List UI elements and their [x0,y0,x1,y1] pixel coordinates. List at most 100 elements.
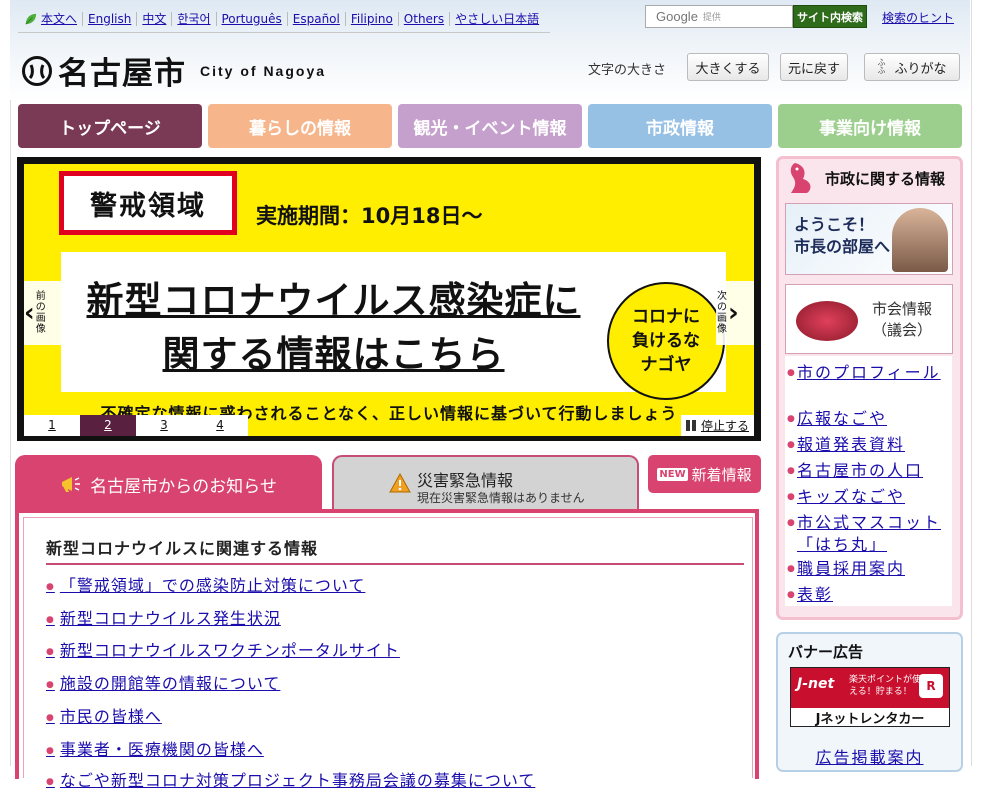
council-info-banner[interactable]: 市会情報 （議会） [785,284,953,354]
new-badge: NEW [657,467,688,481]
site-logo[interactable]: 名古屋市 City of Nagoya [22,48,326,93]
slide-page-4[interactable]: 4 [192,415,248,436]
mayor-photo [892,208,948,272]
search-hint-link[interactable]: 検索のヒント [882,9,954,26]
mayor-banner-text: ようこそ！ 市長の部屋へ [794,214,890,258]
bullet-icon: ● [46,712,55,723]
prev-slide-button[interactable]: ‹ 前の画像 [24,281,62,345]
city-info-link[interactable]: ● 表彰 [787,584,834,606]
slideshow-stop-button[interactable]: 停止する [681,415,754,436]
rakuten-point-icon: R [919,674,943,698]
notice-link-text: 「警戒領域」での感染防止対策について [59,576,366,595]
nav-top-page[interactable]: トップページ [18,104,202,148]
chevron-right-icon: › [728,298,739,328]
megaphone-icon [62,477,81,492]
jnet-ad-top: J-net 楽天ポイントが使える！貯まる！ R [791,668,949,708]
city-info-box: 市政に関する情報 ようこそ！ 市長の部屋へ 市会情報 （議会） ● 市のプロフィール … [776,156,963,620]
shachihoko-icon [790,163,811,193]
city-info-link-text: 職員採用案内 [797,559,906,578]
notice-link[interactable]: ● なごや新型コロナ対策プロジェクト事務局会議の募集について [46,767,535,791]
lang-link-easy-japanese[interactable]: やさしい日本語 [449,12,544,26]
bullet-icon: ● [787,492,797,502]
banner-ads-title: バナー広告 [788,643,864,661]
tab-disaster-info[interactable]: 災害緊急情報 現在災害緊急情報はありません [332,455,639,509]
notice-link-text: 新型コロナウイルス発生状況 [59,609,281,628]
notice-link[interactable]: ● 市民の皆様へ [46,703,162,727]
chevron-left-icon: ‹ [24,298,35,328]
city-info-link[interactable]: ● 広報なごや [787,408,887,430]
city-info-list: ● 市のプロフィール ● 広報なごや ● 報道発表資料 ● 名古屋市の人口 ● キッズなご… [785,356,952,606]
notice-link[interactable]: ● 事業者・医療機関の皆様へ [46,736,264,760]
notice-link-text: 新型コロナウイルスワクチンポータルサイト [59,641,400,660]
tab-city-notices-label: 名古屋市からのお知らせ [90,476,277,497]
bullet-icon: ● [46,776,55,787]
language-bar: 本文へ English 中文 한국어 Português Español Fil… [18,6,551,33]
lang-link-others[interactable]: Others [397,12,449,26]
mayor-banner-line-1: ようこそ！ [794,215,875,234]
slide-pager: 1 2 3 4 [24,415,248,436]
notice-link[interactable]: ● 「警戒領域」での感染防止対策について [46,572,365,596]
tab-city-notices[interactable]: 名古屋市からのお知らせ [15,455,322,513]
city-info-link-text: キッズなごや [797,487,906,506]
city-info-link[interactable]: ● 市公式マスコット「はち丸」 [787,512,947,556]
council-banner-text: 市会情報 （議会） [872,299,932,341]
warning-icon [389,473,411,493]
notice-link-text: 事業者・医療機関の皆様へ [59,740,264,759]
city-info-title: 市政に関する情報 [825,169,946,188]
lang-link-spanish[interactable]: Español [286,12,345,26]
city-info-link-text: 市公式マスコット「はち丸」 [797,513,942,554]
new-info-button[interactable]: NEW 新着情報 [648,455,761,493]
site-name-en: City of Nagoya [200,62,327,79]
mayor-room-banner[interactable]: ようこそ！ 市長の部屋へ [785,203,953,275]
text-larger-button[interactable]: 大きくする [687,53,769,81]
city-info-link[interactable]: ● 名古屋市の人口 [787,460,924,482]
lang-link-portuguese[interactable]: Português [215,12,287,26]
jnet-logo: J-net [797,676,835,692]
slide-image[interactable]: 警戒領域 実施期間：10月18日～ 新型コロナウイルス感染症に 関する情報はこち… [24,164,754,436]
jnet-rentacar-ad[interactable]: J-net 楽天ポイントが使える！貯まる！ R Jネットレンタカー [790,667,950,727]
bullet-icon: ● [787,368,797,378]
nav-living-info[interactable]: 暮らしの情報 [208,104,392,148]
lang-link-skip[interactable]: 本文へ [39,12,82,26]
city-info-link[interactable]: ● 報道発表資料 [787,434,906,456]
site-name: 名古屋市 [58,56,186,92]
furigana-ruby-icon: ふふ [877,58,886,75]
jnet-ad-name: Jネットレンタカー [815,712,925,727]
city-info-link[interactable]: ● キッズなごや [787,486,906,508]
text-reset-button[interactable]: 元に戻す [780,53,848,81]
notice-link[interactable]: ● 新型コロナウイルス発生状況 [46,605,281,629]
search-input[interactable]: Google 提供 [645,5,793,28]
lang-link-filipino[interactable]: Filipino [344,12,398,26]
nav-tourism-events[interactable]: 観光・イベント情報 [398,104,582,148]
slide-page-1[interactable]: 1 [24,415,80,436]
city-info-link[interactable]: ● 職員採用案内 [787,558,906,580]
banner-ads-box: バナー広告 J-net 楽天ポイントが使える！貯まる！ R Jネットレンタカー … [776,632,963,772]
lang-link-korean[interactable]: 한국어 [171,12,215,26]
nav-business[interactable]: 事業向け情報 [778,104,962,148]
city-info-link-text: 名古屋市の人口 [797,461,924,480]
slide-page-3[interactable]: 3 [136,415,192,436]
site-search-button[interactable]: サイト内検索 [793,5,867,28]
slide-badge: 警戒領域 [59,171,237,235]
notice-link[interactable]: ● 施設の開館等の情報について [46,670,280,694]
jnet-ad-message: 楽天ポイントが使える！貯まる！ [849,675,922,697]
text-size-label: 文字の大きさ [588,63,667,78]
council-banner-line-1: 市会情報 [872,300,933,318]
furigana-button[interactable]: ふふ ふりがな [864,53,960,81]
next-slide-button[interactable]: 次の画像 › [716,281,754,345]
city-info-link-text: 表彰 [797,585,834,604]
notice-link-text: なごや新型コロナ対策プロジェクト事務局会議の募集について [59,771,536,790]
city-info-link[interactable]: ● 市のプロフィール [787,362,947,384]
city-info-link-text: 報道発表資料 [797,435,906,454]
slide-headline-1: 新型コロナウイルス感染症に [86,279,581,322]
city-info-link-text: 市のプロフィール [797,363,941,382]
notice-panel: 新型コロナウイルスに関連する情報 ● 「警戒領域」での感染防止対策について ● 新型… [15,509,759,790]
slide-page-2[interactable]: 2 [80,415,136,436]
bullet-icon: ● [787,590,797,600]
ad-info-link[interactable]: 広告掲載案内 [778,744,961,768]
lang-link-chinese[interactable]: 中文 [136,12,171,26]
notice-link[interactable]: ● 新型コロナウイルスワクチンポータルサイト [46,637,400,661]
nav-city-admin[interactable]: 市政情報 [588,104,772,148]
slide-headline-2: 関する情報はこちら [162,333,505,376]
lang-link-english[interactable]: English [82,12,136,26]
